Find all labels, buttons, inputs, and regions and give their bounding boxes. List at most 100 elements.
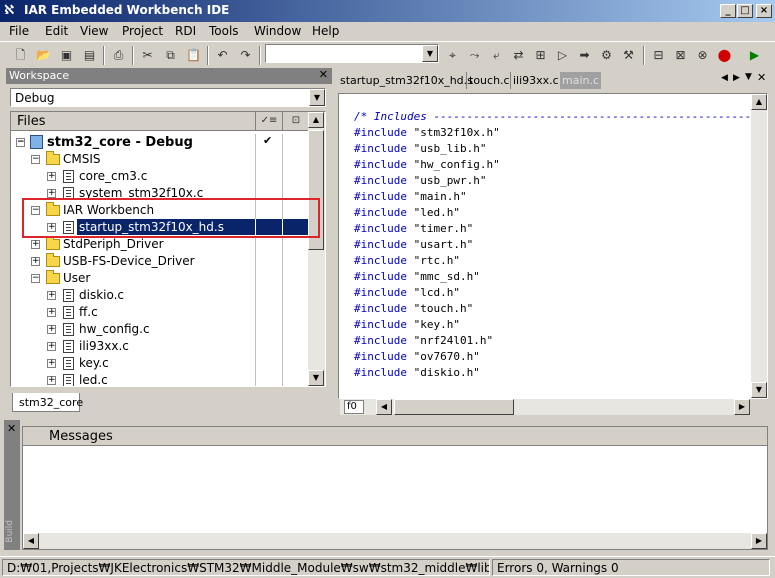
expand-icon[interactable]: +: [47, 376, 56, 385]
tab-startup[interactable]: startup_stm32f10x_hd.s: [338, 72, 475, 89]
scroll-right-icon[interactable]: ▶: [751, 533, 767, 549]
menu-file[interactable]: File: [9, 24, 29, 38]
scroll-left-icon[interactable]: ◀: [23, 533, 39, 549]
tree-item-stdperiph[interactable]: + StdPeriph_Driver: [11, 236, 309, 253]
toggle-breakpoint-icon[interactable]: ⊠: [671, 46, 690, 65]
expand-icon[interactable]: +: [47, 342, 56, 351]
collapse-icon[interactable]: −: [31, 155, 40, 164]
scroll-up-icon[interactable]: ▲: [308, 112, 324, 128]
folder-icon: [46, 253, 60, 267]
scroll-down-icon[interactable]: ▼: [308, 370, 324, 386]
include-path: "rtc.h": [413, 254, 460, 267]
expand-icon[interactable]: +: [31, 240, 40, 249]
title-bar[interactable]: ℵ IAR Embedded Workbench IDE _ □ ×: [0, 0, 775, 22]
menu-help[interactable]: Help: [312, 24, 339, 38]
tab-scroll-left-icon[interactable]: ◀: [721, 73, 728, 83]
scroll-up-icon[interactable]: ▲: [751, 94, 767, 110]
configuration-select[interactable]: Debug ▼: [10, 88, 326, 107]
find-icon[interactable]: ⌖: [443, 46, 462, 65]
cut-icon[interactable]: ✂: [138, 46, 157, 65]
configuration-value: Debug: [15, 91, 55, 105]
tree-item-core-cm3[interactable]: + core_cm3.c: [11, 168, 309, 185]
tree-item-label: key.c: [79, 356, 109, 370]
menu-view[interactable]: View: [80, 24, 108, 38]
expand-icon[interactable]: +: [47, 172, 56, 181]
code-horizontal-scrollbar[interactable]: f0 ◀ ▶: [340, 399, 750, 415]
scroll-left-icon[interactable]: ◀: [376, 399, 392, 415]
messages-horizontal-scrollbar[interactable]: ◀ ▶: [23, 533, 767, 549]
expand-icon[interactable]: +: [47, 291, 56, 300]
scroll-down-icon[interactable]: ▼: [751, 382, 767, 398]
file-tree[interactable]: Files ✓≡ ⊡ − stm32_core - Debug ✔ − CMSI…: [10, 111, 326, 387]
maximize-button[interactable]: □: [737, 4, 753, 18]
menu-tools[interactable]: Tools: [209, 24, 239, 38]
redo-icon[interactable]: ↷: [236, 46, 255, 65]
tree-item-key[interactable]: + key.c: [11, 355, 309, 372]
bookmark-icon[interactable]: ▷: [553, 46, 572, 65]
chevron-down-icon[interactable]: ▼: [309, 89, 325, 106]
function-list-button[interactable]: f0: [344, 400, 364, 414]
checkmark-column-icon[interactable]: ✓≡: [255, 112, 282, 130]
hscroll-thumb[interactable]: [394, 399, 514, 415]
undo-icon[interactable]: ↶: [213, 46, 232, 65]
collapse-icon[interactable]: −: [16, 138, 25, 147]
menu-rdi[interactable]: RDI: [175, 24, 196, 38]
tree-item-user[interactable]: − User: [11, 270, 309, 287]
open-folder-icon[interactable]: 📂: [34, 46, 53, 65]
debug-icon[interactable]: ⊗: [693, 46, 712, 65]
close-button[interactable]: ×: [756, 4, 772, 18]
toolbar-search-combo[interactable]: ▼: [265, 44, 439, 63]
run-icon[interactable]: ▶: [745, 46, 764, 65]
tab-ili93xx[interactable]: ili93xx.c: [510, 72, 561, 89]
tree-item-hw-config[interactable]: + hw_config.c: [11, 321, 309, 338]
tree-item-led[interactable]: + led.c: [11, 372, 309, 386]
code-editor[interactable]: /* Includes ----------------------------…: [338, 93, 768, 399]
tree-item-ili93xx[interactable]: + ili93xx.c: [11, 338, 309, 355]
options-column-icon[interactable]: ⊡: [282, 112, 309, 130]
goto-icon[interactable]: ⊞: [531, 46, 550, 65]
messages-panel[interactable]: Messages ◀ ▶: [22, 426, 768, 550]
scroll-right-icon[interactable]: ▶: [734, 399, 750, 415]
tree-item-usb-fs[interactable]: + USB-FS-Device_Driver: [11, 253, 309, 270]
tree-vertical-scrollbar[interactable]: ▲ ▼: [308, 112, 325, 386]
window-title: IAR Embedded Workbench IDE: [24, 3, 230, 17]
new-file-icon[interactable]: 🗋: [11, 46, 30, 65]
expand-icon[interactable]: +: [47, 308, 56, 317]
workspace-tab[interactable]: stm32_core: [12, 393, 83, 412]
print-icon[interactable]: ⎙: [109, 46, 128, 65]
next-bookmark-icon[interactable]: ➡: [575, 46, 594, 65]
save-all-icon[interactable]: ▤: [80, 46, 99, 65]
code-vertical-scrollbar[interactable]: ▲ ▼: [751, 94, 767, 398]
expand-icon[interactable]: +: [31, 257, 40, 266]
tab-scroll-right-icon[interactable]: ▶: [733, 73, 740, 83]
copy-icon[interactable]: ⧉: [161, 46, 180, 65]
editor-close-icon[interactable]: ✕: [757, 71, 766, 84]
expand-icon[interactable]: +: [47, 325, 56, 334]
workspace-close-icon[interactable]: ✕: [319, 68, 328, 81]
expand-icon[interactable]: +: [47, 189, 56, 198]
stop-build-icon[interactable]: ⊟: [649, 46, 668, 65]
menu-window[interactable]: Window: [254, 24, 301, 38]
replace-icon[interactable]: ⇄: [509, 46, 528, 65]
make-icon[interactable]: ⚒: [619, 46, 638, 65]
tree-item-diskio[interactable]: + diskio.c: [11, 287, 309, 304]
menu-project[interactable]: Project: [122, 24, 163, 38]
tree-item-project[interactable]: − stm32_core - Debug ✔: [11, 134, 309, 151]
menu-edit[interactable]: Edit: [45, 24, 68, 38]
messages-close-icon[interactable]: ✕: [7, 422, 16, 435]
collapse-icon[interactable]: −: [31, 274, 40, 283]
tab-main[interactable]: main.c: [560, 72, 602, 89]
find-next-icon[interactable]: ⤳: [465, 46, 484, 65]
find-prev-icon[interactable]: ⤶: [487, 46, 506, 65]
expand-icon[interactable]: +: [47, 359, 56, 368]
tree-item-cmsis[interactable]: − CMSIS: [11, 151, 309, 168]
tab-list-icon[interactable]: ▼: [745, 72, 752, 82]
compile-icon[interactable]: ⚙: [597, 46, 616, 65]
minimize-button[interactable]: _: [720, 4, 736, 18]
debug-download-icon[interactable]: ⬤: [715, 46, 734, 65]
tab-touch[interactable]: touch.c: [466, 72, 512, 89]
paste-icon[interactable]: 📋: [184, 46, 203, 65]
tree-item-ff[interactable]: + ff.c: [11, 304, 309, 321]
chevron-down-icon[interactable]: ▼: [422, 45, 438, 62]
save-icon[interactable]: ▣: [57, 46, 76, 65]
